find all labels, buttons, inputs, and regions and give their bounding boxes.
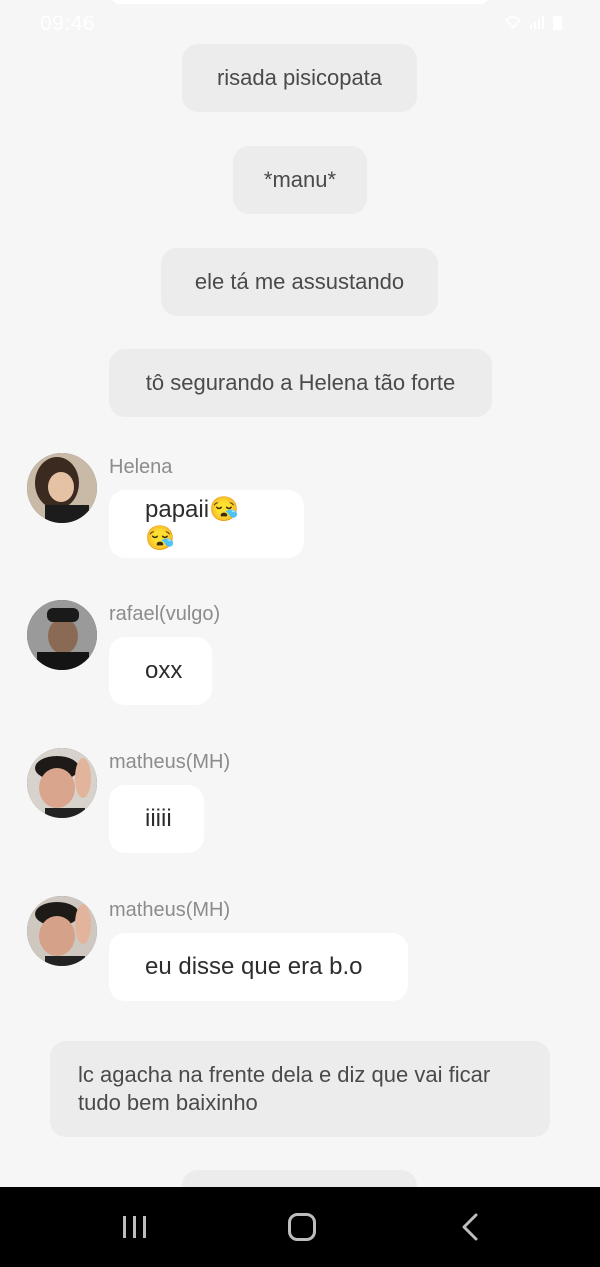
narration-message[interactable]: *manu*	[233, 146, 367, 214]
avatar-helena[interactable]	[27, 453, 97, 523]
battery-icon	[553, 16, 562, 30]
back-button[interactable]	[445, 1205, 495, 1249]
system-navigation-bar	[0, 1187, 600, 1267]
message-bubble[interactable]: iiiii	[109, 785, 204, 853]
sender-name: rafael(vulgo)	[109, 603, 221, 625]
message-text: iiiii	[145, 805, 172, 832]
message-text: eu disse que era b.o	[145, 953, 363, 980]
message-text: oxx	[145, 657, 183, 684]
avatar-matheus[interactable]	[27, 748, 97, 818]
narration-message[interactable]: risada pisicopata	[182, 44, 417, 112]
message-text: papaii😪😪	[145, 496, 239, 552]
narration-message[interactable]: lc agacha na frente dela e diz que vai f…	[50, 1041, 550, 1137]
wifi-icon	[505, 16, 521, 30]
avatar-rafael[interactable]	[27, 600, 97, 670]
status-time: 09:46	[40, 12, 96, 35]
message-bubble[interactable]: oxx	[109, 637, 212, 705]
avatar-image	[27, 748, 97, 818]
status-bar: 09:46	[0, 0, 600, 48]
recent-apps-button[interactable]	[110, 1205, 160, 1249]
avatar-image	[27, 453, 97, 523]
narration-text: *manu*	[263, 167, 337, 192]
home-icon	[288, 1213, 316, 1241]
home-button[interactable]	[277, 1205, 327, 1249]
narration-text: lc agacha na frente dela e diz que vai f…	[78, 1062, 491, 1115]
sender-name: Helena	[109, 456, 173, 478]
signal-icon	[530, 16, 544, 29]
narration-text: tô segurando a Helena tão forte	[145, 370, 456, 395]
recent-apps-icon	[123, 1216, 146, 1238]
message-bubble[interactable]: eu disse que era b.o	[109, 933, 408, 1001]
avatar-matheus[interactable]	[27, 896, 97, 966]
status-icons	[505, 16, 562, 30]
avatar-image	[27, 600, 97, 670]
narration-text: ele tá me assustando	[194, 269, 405, 294]
narration-message[interactable]: tô segurando a Helena tão forte	[109, 349, 492, 417]
narration-text: risada pisicopata	[216, 65, 383, 90]
sender-name: matheus(MH)	[109, 899, 231, 921]
sender-name: matheus(MH)	[109, 751, 231, 773]
message-bubble[interactable]: papaii😪😪	[109, 490, 304, 558]
narration-message[interactable]: ele tá me assustando	[161, 248, 438, 316]
avatar-image	[27, 896, 97, 966]
back-icon	[462, 1213, 478, 1241]
